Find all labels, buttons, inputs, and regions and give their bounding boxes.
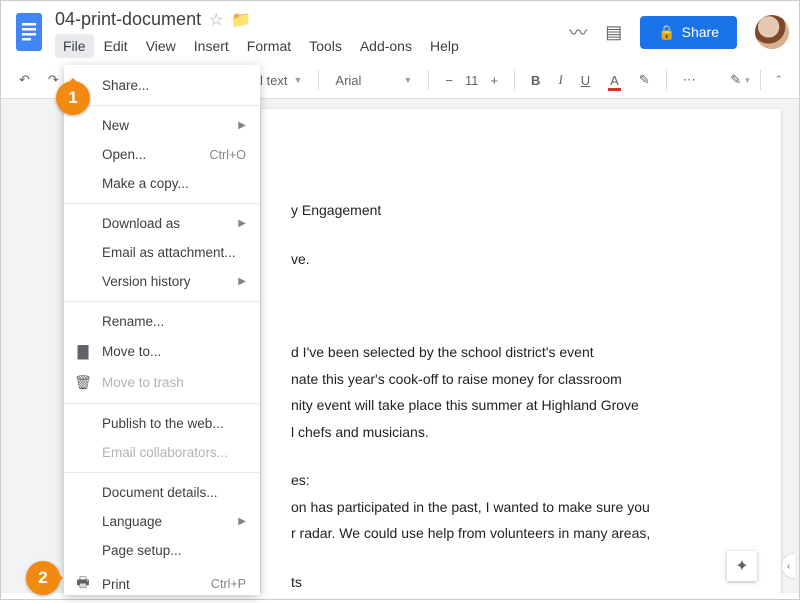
menu-item-new[interactable]: New▶ [64,111,260,140]
page[interactable]: y Engagement ve. d I've been selected by… [261,109,781,593]
bold-button[interactable]: B [525,69,546,92]
undo-button[interactable]: ↶ [13,68,36,92]
body-text: nate this year's cook-off to raise money… [291,368,751,390]
file-menu-dropdown: Share... New▶ Open...Ctrl+O Make a copy.… [64,65,260,595]
body-text: l chefs and musicians. [291,421,751,443]
menu-item-open[interactable]: Open...Ctrl+O [64,140,260,169]
increase-font-button[interactable]: + [484,69,504,92]
text-color-button[interactable]: A [602,69,627,92]
font-select[interactable]: Arial▼ [329,69,418,92]
submenu-arrow-icon: ▶ [238,120,246,131]
callout-2: 2 [26,561,60,595]
share-button[interactable]: 🔒 Share [640,16,737,49]
menu-item-move-to-trash: 🗑Move to trash [64,367,260,398]
menu-item-print[interactable]: 🖶PrintCtrl+P [64,565,260,603]
menu-item-email-attachment[interactable]: Email as attachment... [64,238,260,267]
side-panel-toggle[interactable]: ‹ [781,553,795,579]
decrease-font-button[interactable]: − [439,69,459,92]
share-label: Share [682,24,719,40]
document-title[interactable]: 04-print-document [55,9,201,30]
menu-format[interactable]: Format [239,34,299,58]
body-text: d I've been selected by the school distr… [291,341,751,363]
folder-icon[interactable]: 📁 [231,10,251,30]
body-text: ts [291,571,751,593]
caret-down-icon: ▾ [745,75,750,86]
menu-addons[interactable]: Add-ons [352,34,420,58]
body-text: y Engagement [291,199,751,221]
menu-edit[interactable]: Edit [96,34,136,58]
editing-mode-button[interactable]: ✎▾ [730,72,749,88]
body-text: nity event will take place this summer a… [291,394,751,416]
docs-logo[interactable] [11,9,47,55]
caret-down-icon: ▼ [294,75,303,85]
menu-file[interactable]: File [55,34,94,58]
callout-1: 1 [56,81,90,115]
menu-tools[interactable]: Tools [301,34,350,58]
star-icon[interactable]: ☆ [209,10,223,30]
menu-insert[interactable]: Insert [186,34,237,58]
separator [318,70,319,90]
activity-icon[interactable]: 〰 [569,19,587,45]
menu-item-make-copy[interactable]: Make a copy... [64,169,260,198]
separator [428,70,429,90]
menubar: File Edit View Insert Format Tools Add-o… [55,34,569,58]
submenu-arrow-icon: ▶ [238,218,246,229]
menu-item-version-history[interactable]: Version history▶ [64,267,260,296]
trash-icon: 🗑 [74,374,92,391]
font-size[interactable]: 11 [465,73,479,88]
account-avatar[interactable] [755,15,789,49]
menu-item-move-to[interactable]: ▇Move to... [64,336,260,367]
menu-item-download-as[interactable]: Download as▶ [64,209,260,238]
explore-button[interactable]: ✦ [727,551,757,581]
italic-button[interactable]: I [552,68,568,92]
menu-item-document-details[interactable]: Document details... [64,478,260,507]
lock-icon: 🔒 [658,24,675,41]
menu-item-rename[interactable]: Rename... [64,307,260,336]
menu-item-publish-web[interactable]: Publish to the web... [64,409,260,438]
body-text: on has participated in the past, I wante… [291,496,751,518]
menu-item-share[interactable]: Share... [64,71,260,100]
submenu-arrow-icon: ▶ [238,276,246,287]
highlight-button[interactable]: ✎ [633,68,656,92]
folder-icon: ▇ [74,343,92,360]
body-text: r radar. We could use help from voluntee… [291,522,751,544]
submenu-arrow-icon: ▶ [238,516,246,527]
menu-item-language[interactable]: Language▶ [64,507,260,536]
caret-down-icon: ▼ [403,75,412,85]
body-text: es: [291,469,751,491]
collapse-toolbar-button[interactable]: ˆ [771,69,787,92]
body-text: ve. [291,248,751,270]
menu-item-email-collaborators: Email collaborators... [64,438,260,467]
more-tools-button[interactable]: ⋯ [677,68,702,92]
menu-view[interactable]: View [138,34,184,58]
underline-button[interactable]: U [575,69,596,92]
menu-help[interactable]: Help [422,34,467,58]
menu-item-page-setup[interactable]: Page setup... [64,536,260,565]
print-icon: 🖶 [74,572,92,596]
comments-icon[interactable]: ▤ [605,22,622,43]
separator [666,70,667,90]
separator [760,70,761,90]
separator [514,70,515,90]
